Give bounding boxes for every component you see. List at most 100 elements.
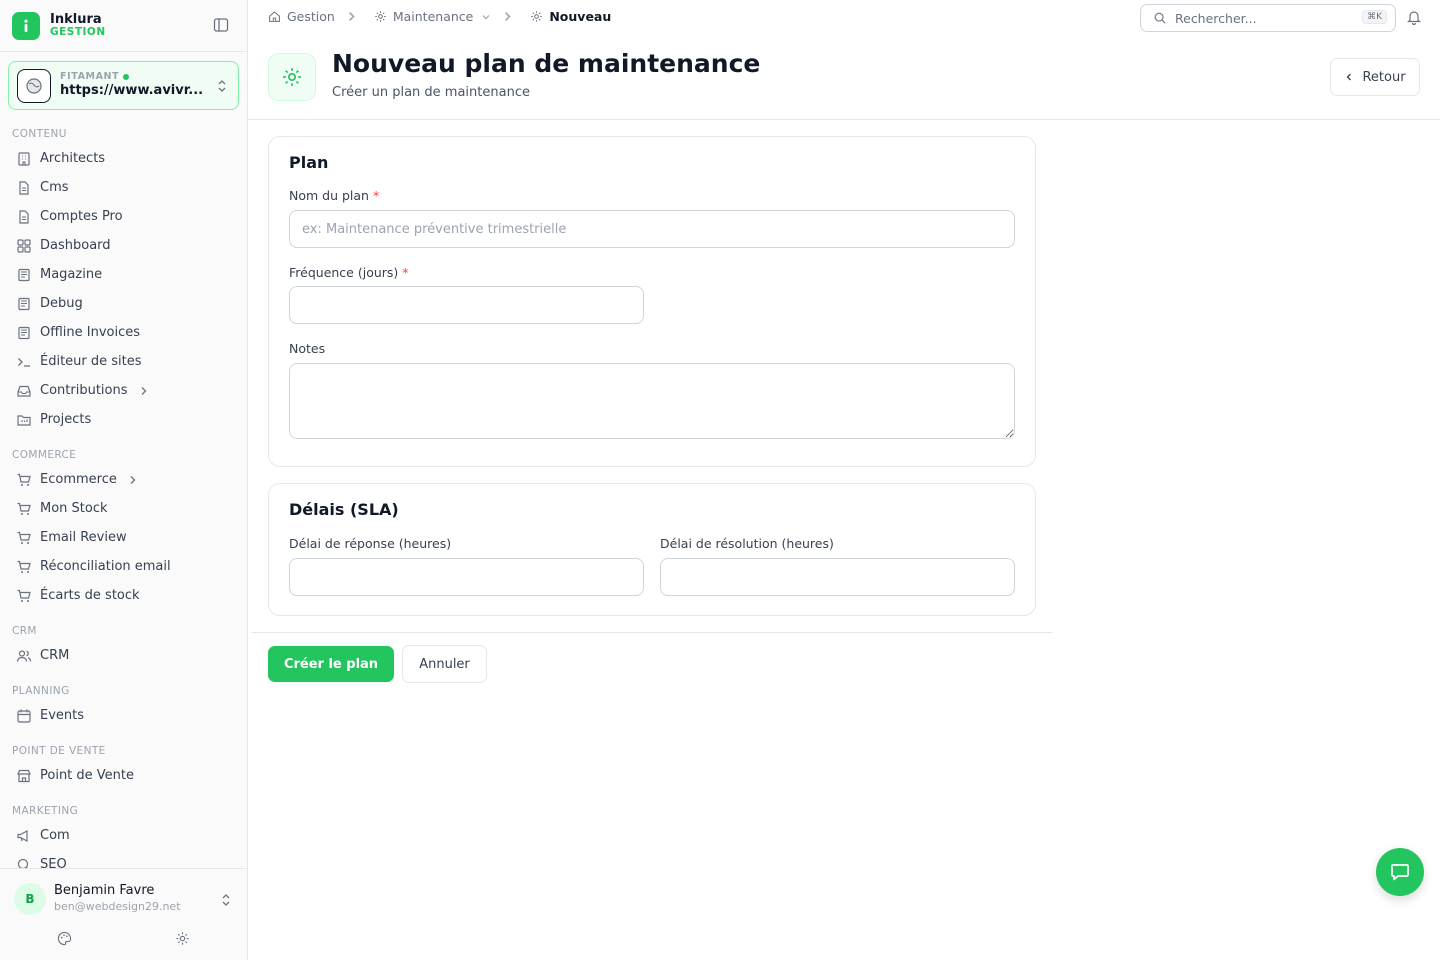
brand[interactable]: Inklura GESTION — [0, 0, 247, 52]
plan-card: Plan Nom du plan * Fréquence (jours) * N… — [268, 136, 1036, 467]
info-icon — [12, 11, 40, 40]
chevron-right-icon — [141, 386, 146, 395]
user-email: ben@webdesign29.net — [54, 900, 181, 913]
cancel-button[interactable]: Annuler — [402, 645, 487, 683]
folder-icon — [17, 414, 31, 426]
page-header: Nouveau plan de maintenance Créer un pla… — [248, 34, 1440, 120]
user-menu[interactable]: B Benjamin Favre ben@webdesign29.net — [0, 868, 248, 960]
sidebar-item-seo[interactable]: SEO — [0, 850, 248, 868]
section-title-planning: PLANNING — [12, 685, 70, 697]
search-input[interactable]: Rechercher... ⌘K — [1140, 4, 1396, 32]
palette-icon[interactable] — [57, 931, 72, 946]
notes-textarea[interactable] — [289, 363, 1015, 439]
site-switcher[interactable]: FITAMANT https://www.avivr... — [8, 61, 239, 110]
sidebar-item-contributions[interactable]: Contributions — [0, 376, 248, 405]
page-subtitle: Créer un plan de maintenance — [332, 85, 530, 100]
notes-label: Notes — [289, 341, 326, 356]
site-url: https://www.avivr... — [60, 83, 204, 99]
calendar-icon — [17, 709, 31, 723]
bell-icon[interactable] — [1406, 9, 1422, 25]
create-plan-button[interactable]: Créer le plan — [268, 646, 394, 682]
search-icon — [1154, 12, 1166, 24]
response-time-input[interactable] — [289, 558, 644, 596]
page-title: Nouveau plan de maintenance — [332, 49, 761, 78]
topbar: Gestion Maintenance Nouveau Rechercher..… — [248, 0, 1440, 34]
sidebar-item-point-de-vente[interactable]: Point de Vente — [0, 761, 248, 790]
sidebar-item-debug[interactable]: Debug — [0, 289, 248, 318]
sidebar-item-magazine[interactable]: Magazine — [0, 260, 248, 289]
newspaper-icon — [18, 326, 30, 339]
plan-name-label: Nom du plan * — [289, 188, 380, 203]
chat-icon — [1391, 864, 1409, 881]
breadcrumb: Gestion Maintenance Nouveau — [268, 9, 611, 24]
breadcrumb-home[interactable]: Gestion — [268, 9, 335, 24]
breadcrumb-current: Nouveau — [530, 9, 611, 24]
back-button[interactable]: Retour — [1330, 58, 1420, 96]
gear-icon[interactable] — [175, 931, 190, 946]
sidebar-item-projects[interactable]: Projects — [0, 405, 248, 434]
sidebar-toggle-icon[interactable] — [213, 17, 229, 33]
divider — [252, 632, 1052, 633]
sidebar-item-cms[interactable]: Cms — [0, 173, 248, 202]
store-icon — [17, 769, 31, 782]
gear-icon — [375, 11, 386, 22]
inbox-icon — [17, 385, 31, 397]
sidebar-item-com[interactable]: Com — [0, 821, 248, 850]
chevron-up-down-icon — [222, 894, 230, 906]
building-icon — [18, 151, 30, 166]
brand-sub: GESTION — [50, 25, 106, 38]
sidebar-item-dashboard[interactable]: Dashboard — [0, 231, 248, 260]
chevron-left-icon — [1347, 73, 1352, 81]
search-placeholder: Rechercher... — [1175, 10, 1257, 26]
resolution-time-input[interactable] — [660, 558, 1015, 596]
home-icon — [269, 11, 280, 22]
chevron-right-icon — [345, 10, 364, 23]
sidebar-item-architects[interactable]: Architects — [0, 144, 248, 173]
section-title-marketing: MARKETING — [12, 805, 79, 817]
gear-icon — [268, 53, 316, 101]
globe-icon — [17, 68, 51, 103]
file-icon — [19, 209, 29, 224]
chevron-down-icon — [482, 14, 490, 19]
sla-card-title: Délais (SLA) — [289, 500, 399, 519]
sidebar-item-ecommerce[interactable]: Ecommerce — [0, 465, 248, 494]
cart-icon — [17, 531, 31, 544]
site-label: FITAMANT — [60, 71, 203, 83]
section-title-commerce: COMMERCE — [12, 449, 77, 461]
plan-card-title: Plan — [289, 153, 329, 172]
newspaper-icon — [18, 297, 30, 310]
section-title-contenu: CONTENU — [12, 128, 67, 140]
sidebar-item-comptes-pro[interactable]: Comptes Pro — [0, 202, 248, 231]
sidebar-item-email-review[interactable]: Email Review — [0, 523, 248, 552]
resolution-time-label: Délai de résolution (heures) — [660, 536, 834, 551]
user-name: Benjamin Favre — [54, 883, 155, 898]
search-icon — [17, 858, 29, 868]
cart-icon — [17, 589, 31, 602]
cart-icon — [17, 473, 31, 486]
section-title-crm: CRM — [12, 625, 37, 637]
sla-card: Délais (SLA) Délai de réponse (heures) D… — [268, 483, 1036, 616]
frequency-label: Fréquence (jours) * — [289, 265, 409, 280]
sidebar-item-mon-stock[interactable]: Mon Stock — [0, 494, 248, 523]
sidebar: Inklura GESTION FITAMANT https://www.avi… — [0, 0, 248, 960]
sidebar-item-events[interactable]: Events — [0, 701, 248, 730]
frequency-input[interactable] — [289, 286, 644, 324]
sidebar-item-reconciliation-email[interactable]: Réconciliation email — [0, 552, 248, 581]
sidebar-item-ecarts-de-stock[interactable]: Écarts de stock — [0, 581, 248, 610]
chevron-right-icon — [130, 475, 136, 484]
chat-button[interactable] — [1376, 848, 1424, 896]
cart-icon — [17, 560, 31, 573]
sidebar-item-offline-invoices[interactable]: Offline Invoices — [0, 318, 248, 347]
section-title-point-de-vente: POINT DE VENTE — [12, 745, 106, 757]
megaphone-icon — [17, 829, 28, 842]
breadcrumb-maintenance[interactable]: Maintenance — [374, 9, 492, 24]
users-icon — [16, 649, 32, 662]
sidebar-item-editeur-de-sites[interactable]: Éditeur de sites — [0, 347, 248, 376]
plan-name-input[interactable] — [289, 210, 1015, 248]
shortcut-badge: ⌘K — [1362, 10, 1387, 24]
chevron-right-icon — [501, 10, 520, 23]
brand-name: Inklura — [50, 11, 102, 27]
gear-icon — [531, 11, 543, 22]
sidebar-item-crm[interactable]: CRM — [0, 641, 248, 670]
sidebar-nav: CONTENU Architects Cms Comptes Pro Dashb… — [0, 122, 248, 868]
